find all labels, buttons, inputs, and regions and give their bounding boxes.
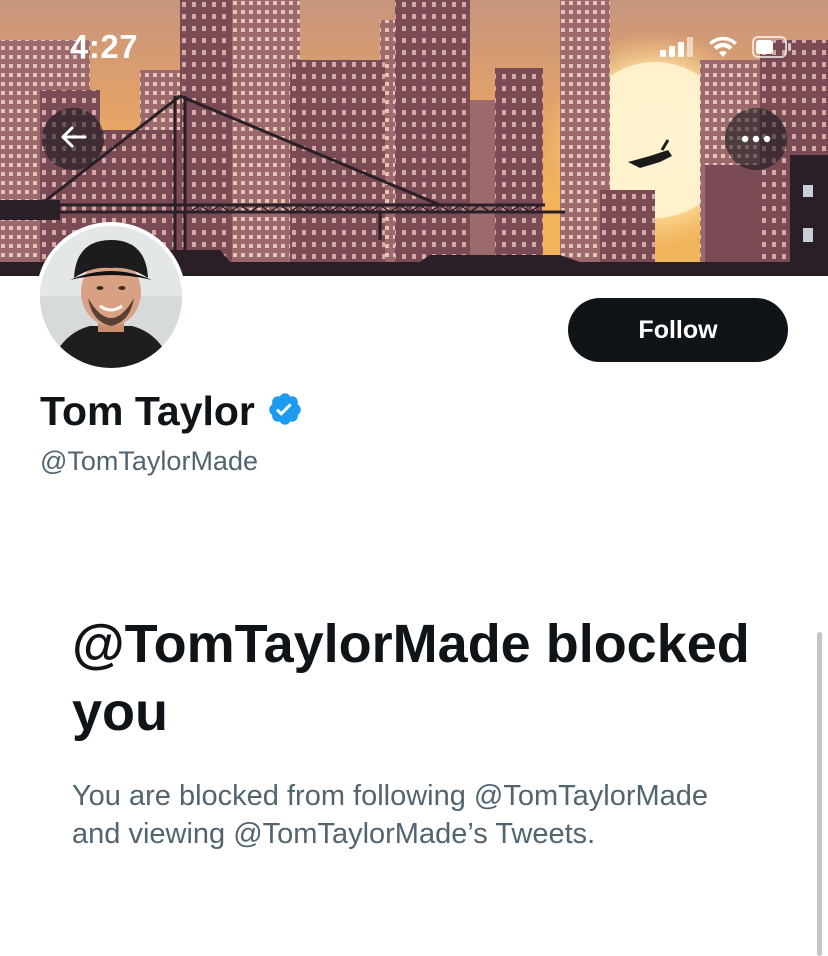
cellular-signal-icon [660,37,694,62]
display-name: Tom Taylor [40,388,255,434]
status-time: 4:27 [70,28,139,65]
wifi-icon [708,36,738,63]
profile-handle: @TomTaylorMade [40,446,258,476]
more-horizontal-icon [741,130,771,148]
blocked-title: @TomTaylorMade blocked you [72,614,750,742]
profile-name-row: Tom Taylor [40,388,303,435]
more-options-button[interactable] [725,108,787,170]
arrow-left-icon [59,125,87,154]
avatar-photo [40,226,182,368]
scrollbar[interactable] [817,632,822,956]
status-icons [660,36,792,63]
follow-button[interactable]: Follow [568,298,788,362]
verified-badge-icon[interactable] [267,391,303,432]
blocked-description: You are blocked from following @TomTaylo… [72,780,709,850]
back-button[interactable] [42,108,104,170]
profile-page: 4:27 Follow Tom Taylor @TomTaylorMade @T… [0,0,828,956]
avatar[interactable] [36,222,186,372]
battery-icon [752,36,792,63]
